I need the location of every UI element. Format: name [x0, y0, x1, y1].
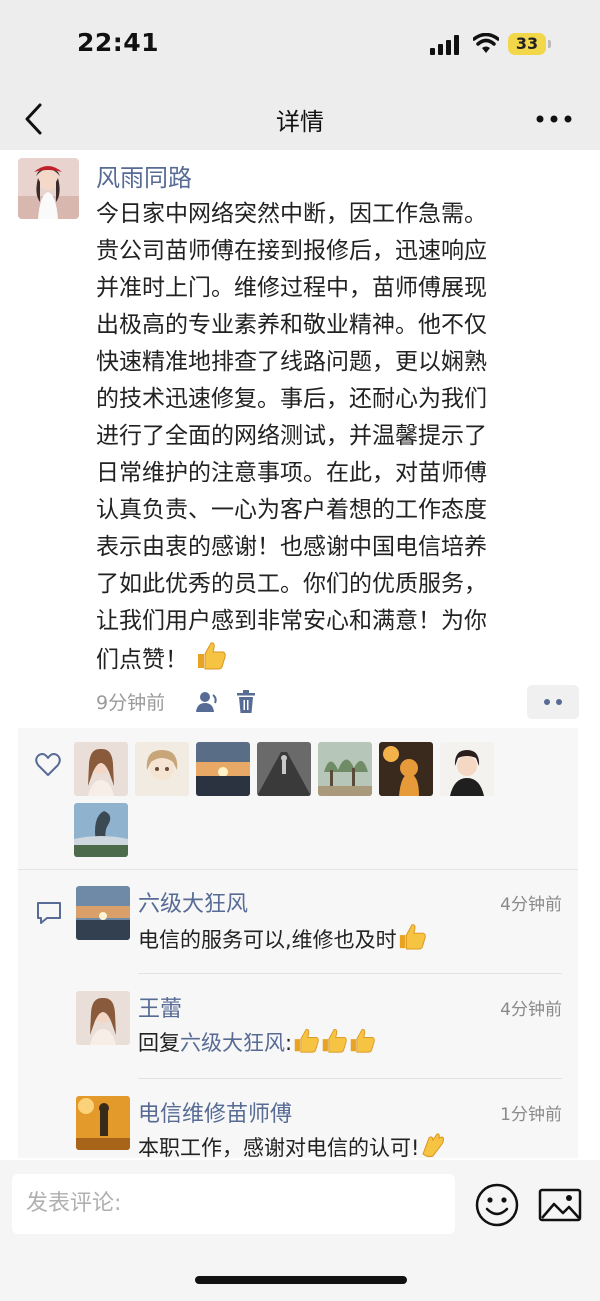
- comment-time: 4分钟前: [500, 895, 562, 915]
- comment-input[interactable]: 发表评论:: [12, 1174, 455, 1234]
- post-text: 今日家中网络突然中断，因工作急需。 贵公司苗师傅在接到报修后，迅速响应 并准时上…: [96, 196, 586, 679]
- nav-bar: 详情: [0, 88, 600, 150]
- like-avatar[interactable]: [257, 742, 311, 796]
- wifi-icon: [473, 33, 499, 53]
- comment-text: 电信的服务可以,维修也及时: [138, 922, 427, 954]
- comment-divider: [138, 1078, 562, 1079]
- thumbs-up-icon: [198, 642, 227, 670]
- post-author-name[interactable]: 风雨同路: [96, 158, 192, 193]
- post-meta: 9分钟前: [96, 685, 580, 719]
- like-avatar[interactable]: [379, 742, 433, 796]
- post-actions-button[interactable]: [527, 685, 579, 719]
- status-time: 22:41: [77, 28, 160, 57]
- battery-indicator: 33: [508, 33, 546, 55]
- thumbs-up-icon: [350, 1029, 375, 1053]
- comment-icon: [37, 902, 61, 924]
- like-avatar[interactable]: [318, 742, 372, 796]
- emoji-icon[interactable]: [474, 1182, 520, 1228]
- commenter-name[interactable]: 电信维修苗师傅: [138, 1096, 292, 1128]
- comment-item[interactable]: 六级大狂风 4分钟前 电信的服务可以,维修也及时: [76, 886, 562, 976]
- like-avatar[interactable]: [74, 803, 128, 857]
- comment-composer: 发表评论:: [0, 1160, 600, 1301]
- dots-icon: [544, 699, 562, 705]
- post-body: 今日家中网络突然中断，因工作急需。 贵公司苗师傅在接到报修后，迅速响应 并准时上…: [96, 201, 487, 673]
- author-avatar[interactable]: [18, 158, 79, 219]
- commenter-avatar[interactable]: [76, 1096, 130, 1150]
- comment-item[interactable]: 电信维修苗师傅 1分钟前 本职工作，感谢对电信的认可!: [76, 1096, 562, 1160]
- home-indicator[interactable]: [195, 1276, 407, 1284]
- image-icon[interactable]: [538, 1188, 582, 1222]
- thumbs-up-icon: [294, 1029, 319, 1053]
- comment-time: 4分钟前: [500, 1000, 562, 1020]
- like-avatar[interactable]: [74, 742, 128, 796]
- reply-to-name[interactable]: 六级大狂风: [180, 1031, 285, 1055]
- like-avatar[interactable]: [196, 742, 250, 796]
- like-avatar[interactable]: [135, 742, 189, 796]
- status-bar: 22:41 33: [0, 0, 600, 88]
- comment-text: 回复六级大狂风:: [138, 1027, 376, 1057]
- commenter-name[interactable]: 六级大狂风: [138, 886, 248, 918]
- comment-time: 1分钟前: [500, 1105, 562, 1125]
- commenter-avatar[interactable]: [76, 991, 130, 1045]
- comment-body: :: [285, 1031, 293, 1055]
- more-icon[interactable]: [534, 106, 574, 132]
- likes-divider: [18, 869, 578, 870]
- trash-icon[interactable]: [236, 690, 256, 714]
- clapping-hands-icon: [422, 1133, 445, 1158]
- page-title: 详情: [276, 108, 324, 136]
- post-time: 9分钟前: [96, 692, 166, 714]
- commenter-avatar[interactable]: [76, 886, 130, 940]
- battery-tip: [548, 40, 551, 48]
- like-avatar[interactable]: [440, 742, 494, 796]
- comment-body: 本职工作，感谢对电信的认可!: [138, 1136, 420, 1160]
- reply-prefix: 回复: [138, 1031, 180, 1055]
- comment-divider: [138, 973, 562, 974]
- interaction-panel: 六级大狂风 4分钟前 电信的服务可以,维修也及时 王蕾 4分钟前 回复六级大狂风…: [18, 728, 578, 1160]
- comment-body: 电信的服务可以,维修也及时: [138, 928, 397, 952]
- cellular-signal-icon: [430, 35, 459, 55]
- thumbs-up-icon: [399, 924, 426, 950]
- comment-item[interactable]: 王蕾 4分钟前 回复六级大狂风:: [76, 991, 562, 1081]
- thumbs-up-icon: [322, 1029, 347, 1053]
- person-icon[interactable]: [195, 691, 219, 713]
- commenter-name[interactable]: 王蕾: [138, 991, 182, 1023]
- comment-text: 本职工作，感谢对电信的认可!: [138, 1132, 447, 1162]
- heart-icon: [35, 753, 61, 776]
